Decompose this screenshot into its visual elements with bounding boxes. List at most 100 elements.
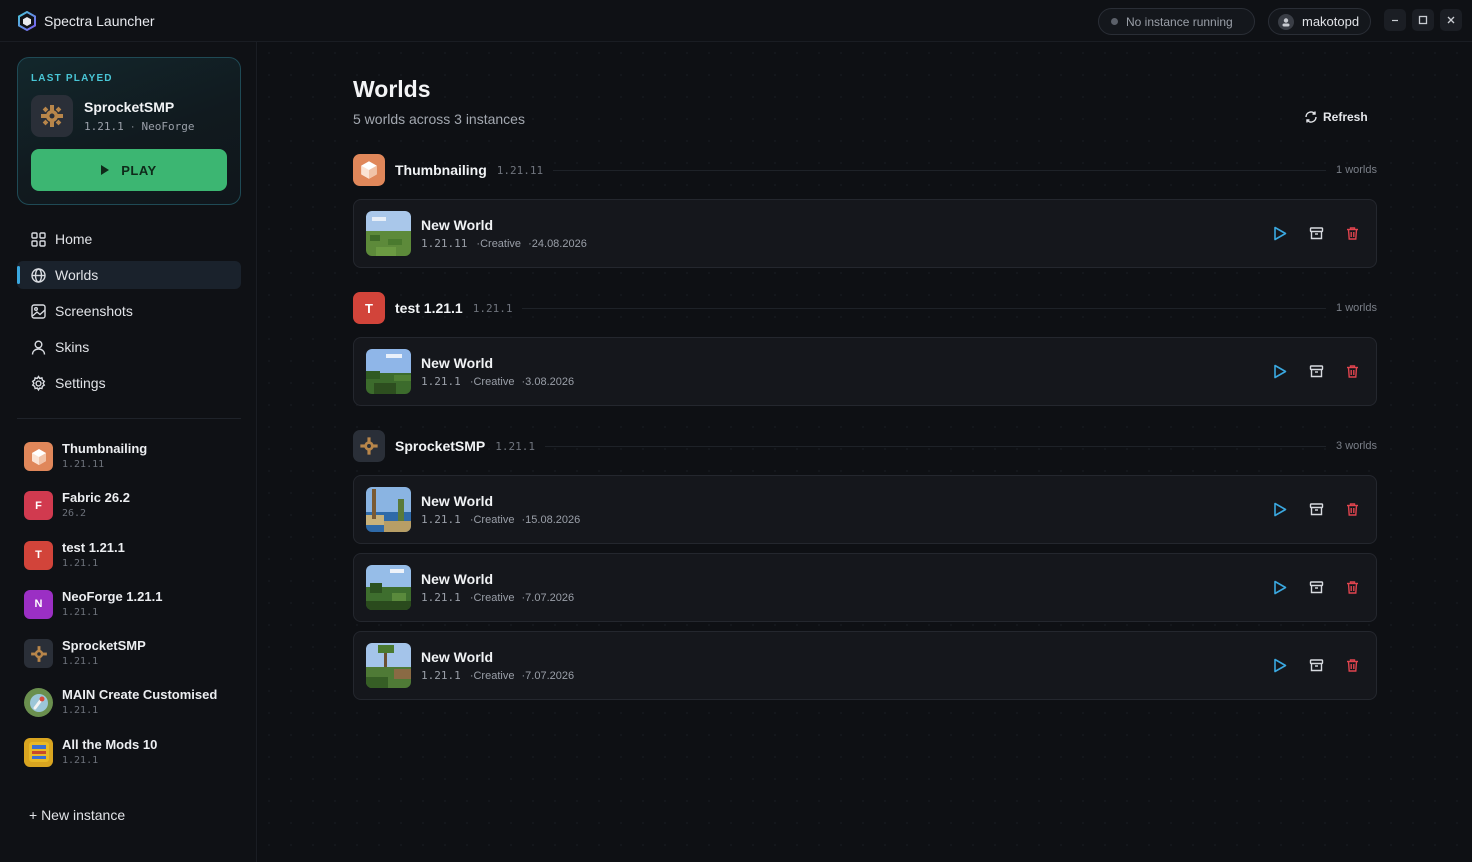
atm-logo-icon <box>24 737 53 767</box>
world-date: ·7.07.2026 <box>521 670 575 682</box>
play-button[interactable]: PLAY <box>31 149 227 191</box>
world-card[interactable]: New World 1.21.1 ·Creative ·15.08.2026 <box>353 475 1377 544</box>
world-meta: 1.21.1 ·Creative ·3.08.2026 <box>421 375 574 388</box>
maximize-icon <box>1418 15 1428 25</box>
play-world-button[interactable] <box>1271 224 1289 242</box>
user-avatar-icon <box>1278 13 1294 30</box>
instance-item-atm10[interactable]: All the Mods 10 1.21.1 <box>24 735 244 784</box>
nav-skins[interactable]: Skins <box>17 333 241 361</box>
last-played-label: LAST PLAYED <box>31 73 113 84</box>
play-icon <box>101 165 110 175</box>
world-card[interactable]: New World 1.21.11 ·Creative ·24.08.2026 <box>353 199 1377 268</box>
grid-icon <box>31 231 46 247</box>
instance-item-test[interactable]: T test 1.21.1 1.21.1 <box>24 538 244 587</box>
world-date: ·7.07.2026 <box>521 592 575 604</box>
refresh-button[interactable]: Refresh <box>1304 110 1368 124</box>
instance-version: 1.21.1 <box>62 656 99 668</box>
world-thumbnail <box>366 349 411 394</box>
instance-name: Thumbnailing <box>62 441 148 456</box>
group-count: 1 worlds <box>1336 302 1377 314</box>
wrench-icon <box>24 688 53 718</box>
play-icon <box>1274 226 1287 240</box>
play-world-button[interactable] <box>1271 500 1289 518</box>
instance-item-main-create[interactable]: MAIN Create Customised 1.21.1 <box>24 685 244 734</box>
instance-name: All the Mods 10 <box>62 736 158 752</box>
world-mode: ·Creative <box>469 514 515 526</box>
nav-home[interactable]: Home <box>17 225 241 253</box>
image-icon <box>31 303 46 319</box>
sprocket-gear-icon <box>31 95 73 137</box>
nav-settings[interactable]: Settings <box>17 369 241 397</box>
instance-list: Thumbnailing 1.21.11 F Fabric 26.2 26.2 … <box>24 439 244 784</box>
last-played-name: SprocketSMP <box>84 99 175 115</box>
play-icon <box>1274 580 1287 594</box>
cube-icon <box>24 442 53 471</box>
sidebar-divider <box>17 418 241 419</box>
page-title: Worlds <box>353 76 431 102</box>
archive-icon <box>1309 502 1323 515</box>
delete-world-button[interactable] <box>1343 578 1361 596</box>
world-version: 1.21.1 <box>421 591 461 604</box>
world-card[interactable]: New World 1.21.1 ·Creative ·7.07.2026 <box>353 631 1377 700</box>
minimize-button[interactable] <box>1384 9 1406 31</box>
last-played-sep: · <box>130 121 135 133</box>
group-header-test: T test 1.21.1 1.21.1 1 worlds <box>353 292 1377 324</box>
delete-world-button[interactable] <box>1343 224 1361 242</box>
instance-letter-icon: F <box>24 491 53 521</box>
archive-icon <box>1309 658 1323 671</box>
world-meta: 1.21.11 ·Creative ·24.08.2026 <box>421 237 587 250</box>
instance-item-fabric[interactable]: F Fabric 26.2 26.2 <box>24 488 244 537</box>
group-name: test 1.21.1 <box>395 300 463 316</box>
world-date: ·15.08.2026 <box>521 514 581 526</box>
archive-world-button[interactable] <box>1307 224 1325 242</box>
delete-world-button[interactable] <box>1343 362 1361 380</box>
instance-version: 1.21.1 <box>62 754 99 766</box>
nav-screenshots[interactable]: Screenshots <box>17 297 241 325</box>
instance-item-neoforge[interactable]: N NeoForge 1.21.1 1.21.1 <box>24 587 244 636</box>
instance-name: SprocketSMP <box>62 638 146 654</box>
last-played-card: LAST PLAYED SprocketSMP 1.21.1 · NeoForg… <box>17 57 241 205</box>
globe-icon <box>31 267 46 283</box>
instance-item-sprocketsmp[interactable]: SprocketSMP 1.21.1 <box>24 636 244 685</box>
delete-world-button[interactable] <box>1343 656 1361 674</box>
group-version: 1.21.11 <box>496 163 544 177</box>
archive-world-button[interactable] <box>1307 500 1325 518</box>
play-world-button[interactable] <box>1271 656 1289 674</box>
main-content: Worlds 5 worlds across 3 instances Refre… <box>258 42 1472 862</box>
world-version: 1.21.1 <box>421 669 461 682</box>
nav-worlds[interactable]: Worlds <box>17 261 241 289</box>
instance-item-thumbnailing[interactable]: Thumbnailing 1.21.11 <box>24 439 244 488</box>
nav-screenshots-label: Screenshots <box>55 303 133 319</box>
group-divider <box>522 307 1327 309</box>
instance-name: NeoForge 1.21.1 <box>62 588 163 604</box>
play-world-button[interactable] <box>1271 362 1289 380</box>
archive-icon <box>1309 226 1323 239</box>
instance-version: 1.21.1 <box>62 705 99 717</box>
world-meta: 1.21.1 ·Creative ·7.07.2026 <box>421 591 574 604</box>
archive-world-button[interactable] <box>1307 362 1325 380</box>
world-date: ·3.08.2026 <box>521 376 575 388</box>
instance-letter-icon: T <box>24 540 53 570</box>
world-name: New World <box>421 217 494 233</box>
sprocket-gear-icon <box>24 639 53 669</box>
trash-icon <box>1346 502 1358 516</box>
close-button[interactable] <box>1440 9 1462 31</box>
group-version: 1.21.1 <box>472 301 513 315</box>
world-mode: ·Creative <box>476 238 522 250</box>
archive-world-button[interactable] <box>1307 656 1325 674</box>
world-thumbnail <box>366 643 411 688</box>
world-card[interactable]: New World 1.21.1 ·Creative ·7.07.2026 <box>353 553 1377 622</box>
group-letter-icon: T <box>353 292 385 324</box>
group-count: 1 worlds <box>1336 164 1377 176</box>
delete-world-button[interactable] <box>1343 500 1361 518</box>
account-button[interactable]: makotopd <box>1268 8 1371 35</box>
instance-status-pill: No instance running <box>1098 8 1255 35</box>
maximize-button[interactable] <box>1412 9 1434 31</box>
new-instance-button[interactable]: + New instance <box>29 807 125 823</box>
world-card[interactable]: New World 1.21.1 ·Creative ·3.08.2026 <box>353 337 1377 406</box>
trash-icon <box>1346 364 1358 378</box>
archive-world-button[interactable] <box>1307 578 1325 596</box>
world-thumbnail <box>366 487 411 532</box>
instance-version: 1.21.1 <box>62 606 99 618</box>
play-world-button[interactable] <box>1271 578 1289 596</box>
